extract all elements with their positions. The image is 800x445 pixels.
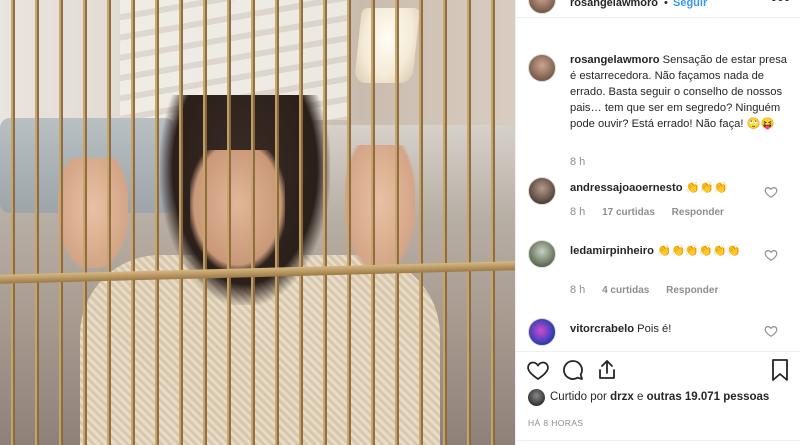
comment-time[interactable]: 8 h bbox=[570, 284, 585, 296]
comment-username[interactable]: ledamirpinheiro bbox=[570, 245, 654, 257]
comment-text: vitorcrabelo Pois é! bbox=[570, 321, 770, 337]
footer-divider bbox=[516, 440, 800, 441]
comment-text: ledamirpinheiro 👏👏👏👏👏👏 bbox=[570, 243, 770, 259]
actions-divider bbox=[516, 351, 800, 352]
liker-username[interactable]: drzx bbox=[610, 391, 634, 403]
photo-cage-bars bbox=[0, 0, 515, 445]
comment-time[interactable]: 8 h bbox=[570, 206, 585, 218]
reply-button[interactable]: Responder bbox=[672, 207, 724, 218]
comment-item: andressajoaoernesto 👏👏👏 8 h 17 curtidas … bbox=[516, 177, 800, 237]
comment-username[interactable]: andressajoaoernesto bbox=[570, 182, 683, 194]
comment-avatar[interactable] bbox=[528, 240, 556, 268]
comment-item: ledamirpinheiro 👏👏👏👏👏👏 8 h 4 curtidas Re… bbox=[516, 240, 800, 300]
post-side-panel: rosangelawmoro • Seguir ••• rosangelawmo… bbox=[515, 0, 800, 445]
comment-body: 👏👏👏 bbox=[685, 182, 728, 194]
follow-button[interactable]: Seguir bbox=[673, 0, 707, 9]
likes-summary: Curtido por drzx e outras 19.071 pessoas bbox=[528, 389, 798, 409]
comment-likes[interactable]: 17 curtidas bbox=[602, 207, 655, 218]
reply-button[interactable]: Responder bbox=[666, 285, 718, 296]
likes-conj: e bbox=[636, 391, 644, 403]
comment-meta: 8 h 17 curtidas Responder bbox=[570, 206, 738, 218]
caption-time[interactable]: 8 h bbox=[570, 156, 585, 168]
comment-like-heart-icon[interactable] bbox=[764, 324, 778, 338]
comment-text: andressajoaoernesto 👏👏👏 bbox=[570, 180, 770, 196]
more-options-icon[interactable]: ••• bbox=[771, 0, 791, 9]
header-divider bbox=[516, 17, 800, 18]
comment-like-heart-icon[interactable] bbox=[764, 248, 778, 262]
liker-avatar[interactable] bbox=[528, 389, 545, 406]
comment-body: 👏👏👏👏👏👏 bbox=[657, 245, 741, 257]
comment-avatar[interactable] bbox=[528, 318, 556, 346]
caption-username[interactable]: rosangelawmoro bbox=[570, 54, 660, 66]
comment-avatar[interactable] bbox=[528, 177, 556, 205]
comment-body: Pois é! bbox=[637, 323, 672, 335]
likes-prefix: Curtido por bbox=[550, 391, 607, 403]
bookmark-icon[interactable] bbox=[768, 358, 792, 382]
comment-icon[interactable] bbox=[561, 358, 585, 382]
heart-icon[interactable] bbox=[526, 358, 550, 382]
post-timestamp[interactable]: HÁ 8 HORAS bbox=[528, 418, 584, 428]
header-separator: • bbox=[664, 0, 668, 9]
caption-text: rosangelawmoro Sensação de estar presa é… bbox=[570, 52, 792, 132]
comment-meta: 8 h 4 curtidas Responder bbox=[570, 284, 732, 296]
likes-others[interactable]: outras 19.071 pessoas bbox=[647, 391, 770, 403]
action-bar bbox=[516, 358, 800, 386]
comment-like-heart-icon[interactable] bbox=[764, 185, 778, 199]
share-icon[interactable] bbox=[595, 358, 619, 382]
comment-username[interactable]: vitorcrabelo bbox=[570, 323, 634, 335]
likes-text: Curtido por drzx e outras 19.071 pessoas bbox=[550, 391, 769, 403]
caption-avatar[interactable] bbox=[528, 54, 556, 82]
author-avatar[interactable] bbox=[528, 0, 556, 14]
post-header: rosangelawmoro • Seguir ••• bbox=[516, 0, 800, 14]
comment-likes[interactable]: 4 curtidas bbox=[602, 285, 649, 296]
post-photo[interactable] bbox=[0, 0, 515, 445]
author-username[interactable]: rosangelawmoro bbox=[570, 0, 658, 9]
